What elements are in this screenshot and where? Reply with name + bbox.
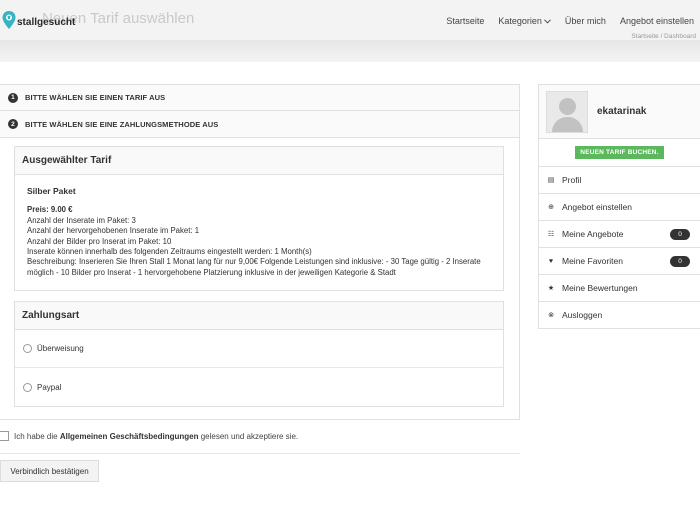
breadcrumb[interactable]: Startseite / Dashboard xyxy=(631,33,696,40)
tarif-line: Anzahl der Bilder pro Inserat im Paket: … xyxy=(27,236,172,246)
checkout-column: 1 BITTE WÄHLEN SIE EINEN TARIF AUS 2 BIT… xyxy=(0,84,520,420)
account-sidebar: ekatarinak NEUEN TARIF BUCHEN. ▤ Profil … xyxy=(538,84,700,329)
tarif-line: Anzahl der Inserate im Paket: 3 xyxy=(27,215,136,225)
tarif-description: Beschreibung: Inserieren Sie Ihren Stall… xyxy=(27,257,481,277)
username: ekatarinak xyxy=(597,106,647,117)
sidebar-item-label: Meine Angebote xyxy=(562,229,624,239)
sidebar-item-label: Angebot einstellen xyxy=(562,202,632,212)
sidebar-item-label: Meine Favoriten xyxy=(562,256,623,266)
step-label: BITTE WÄHLEN SIE EINEN TARIF AUS xyxy=(25,93,166,102)
new-tarif-button[interactable]: NEUEN TARIF BUCHEN. xyxy=(575,146,664,159)
sidebar-item-meine-angebote[interactable]: ☷ Meine Angebote 0 xyxy=(538,221,700,248)
star-icon: ★ xyxy=(547,285,555,292)
payment-option-ueberweisung[interactable]: Überweisung xyxy=(15,330,503,369)
confirm-order-button[interactable]: Verbindlich bestätigen xyxy=(0,460,99,482)
nav-label: Über mich xyxy=(564,16,606,26)
agb-text-before: Ich habe die xyxy=(14,431,60,441)
payment-heading: Zahlungsart xyxy=(15,302,503,331)
payment-option-label: Paypal xyxy=(37,382,62,392)
payment-option-label: Überweisung xyxy=(37,344,84,354)
tarif-name: Silber Paket xyxy=(27,186,76,196)
sidebar-item-meine-favoriten[interactable]: ♥ Meine Favoriten 0 xyxy=(538,248,700,275)
step-panel: Ausgewählter Tarif Silber Paket Preis: 9… xyxy=(0,138,520,420)
agb-text-after: gelesen und akzeptiere sie. xyxy=(198,431,299,441)
plus-circle-icon: ⊕ xyxy=(548,204,554,211)
step-number: 1 xyxy=(8,92,18,103)
avatar-head xyxy=(559,97,576,115)
divider xyxy=(0,453,520,454)
payment-option-paypal[interactable]: Paypal xyxy=(15,368,503,406)
agb-checkbox[interactable] xyxy=(0,431,9,441)
title-band: Startseite / Dashboard xyxy=(0,33,700,62)
profile-box: ekatarinak xyxy=(538,84,700,139)
radio-button[interactable] xyxy=(23,344,32,354)
count-badge: 0 xyxy=(670,256,690,267)
payment-method-card: Zahlungsart Überweisung Paypal xyxy=(14,301,504,408)
selected-tarif-heading: Ausgewählter Tarif xyxy=(15,147,503,175)
nav-startseite[interactable]: Startseite xyxy=(446,16,484,26)
site-logo[interactable]: stallgesucht xyxy=(2,11,75,29)
nav-label: Kategorien xyxy=(498,16,542,26)
nav-angebot-einstellen[interactable]: Angebot einstellen xyxy=(620,16,694,26)
new-tarif-row: NEUEN TARIF BUCHEN. xyxy=(538,139,700,167)
nav-kategorien[interactable]: Kategorien xyxy=(498,16,551,26)
avatar[interactable] xyxy=(546,90,588,133)
sidebar-item-angebot-einstellen[interactable]: ⊕ Angebot einstellen xyxy=(538,194,700,221)
chevron-down-icon xyxy=(544,18,551,24)
main-nav: Startseite Kategorien Über mich Angebot … xyxy=(432,16,694,26)
sidebar-item-label: Ausloggen xyxy=(562,310,603,320)
nav-label: Angebot einstellen xyxy=(619,16,694,26)
heart-icon: ♥ xyxy=(548,257,554,265)
document-icon: ▤ xyxy=(547,177,555,184)
step-number: 2 xyxy=(8,119,18,129)
sidebar-item-ausloggen[interactable]: ⊗ Ausloggen xyxy=(538,302,700,329)
list-icon: ☷ xyxy=(547,231,555,238)
sidebar-item-profil[interactable]: ▤ Profil xyxy=(538,167,700,194)
step-choose-tarif[interactable]: 1 BITTE WÄHLEN SIE EINEN TARIF AUS xyxy=(0,84,520,111)
close-circle-icon: ⊗ xyxy=(548,312,554,319)
step-label: BITTE WÄHLEN SIE EINE ZAHLUNGSMETHODE AU… xyxy=(25,119,219,129)
location-pin-logo-icon xyxy=(2,11,16,29)
radio-button[interactable] xyxy=(23,382,32,392)
sidebar-item-label: Meine Bewertungen xyxy=(562,283,638,293)
avatar-body xyxy=(552,116,583,132)
logo-text: stallgesucht xyxy=(17,16,76,28)
nav-ueber-mich[interactable]: Über mich xyxy=(565,16,606,26)
agb-link[interactable]: Allgemeinen Geschäftsbedingungen xyxy=(60,432,199,441)
tarif-details: Silber Paket Preis: 9.00 € Anzahl der In… xyxy=(15,175,503,290)
sidebar-item-meine-bewertungen[interactable]: ★ Meine Bewertungen xyxy=(538,275,700,302)
sidebar-item-label: Profil xyxy=(562,175,582,185)
tarif-price: Preis: 9.00 € xyxy=(27,205,73,215)
tarif-line: Anzahl der hervorgehobenen Inserate im P… xyxy=(27,226,200,236)
agb-consent: Ich habe die Allgemeinen Geschäftsbeding… xyxy=(0,431,298,441)
tarif-line: Inserate können innerhalb des folgenden … xyxy=(27,247,312,257)
nav-label: Startseite xyxy=(446,16,485,26)
step-choose-payment[interactable]: 2 BITTE WÄHLEN SIE EINE ZAHLUNGSMETHODE … xyxy=(0,111,520,138)
selected-tarif-card: Ausgewählter Tarif Silber Paket Preis: 9… xyxy=(14,146,504,292)
site-header: Neuen Tarif auswählen stallgesucht Start… xyxy=(0,0,700,40)
count-badge: 0 xyxy=(670,229,690,240)
